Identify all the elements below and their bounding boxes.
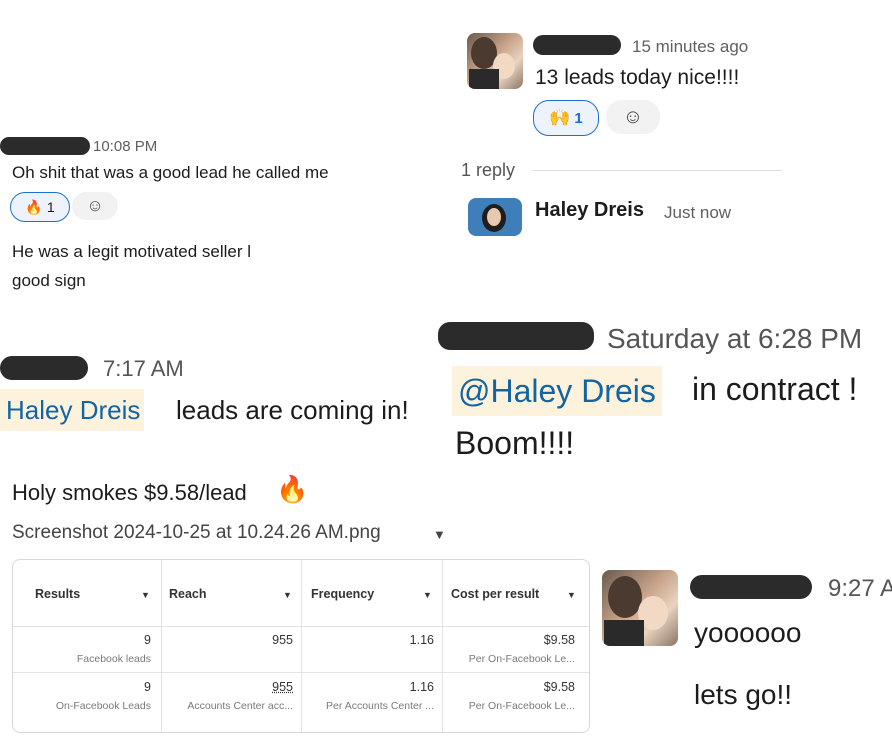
message-timestamp[interactable]: 9:27 A [828, 575, 892, 603]
sort-caret-icon[interactable]: ▼ [283, 590, 292, 600]
message-text: 13 leads today nice!!!! [535, 66, 740, 89]
reply-author-avatar[interactable] [468, 198, 522, 236]
attachment-filename[interactable]: Screenshot 2024-10-25 at 10.24.26 AM.png [12, 522, 381, 544]
message-timestamp[interactable]: 15 minutes ago [632, 37, 748, 57]
reaction-button[interactable]: 🙌 1 [533, 100, 599, 136]
table-cell: 1.16 [409, 680, 434, 694]
message-timestamp[interactable]: 10:08 PM [93, 138, 157, 155]
attachment-menu-chevron-icon[interactable]: ▼ [433, 527, 446, 542]
column-header-frequency[interactable]: Frequency [311, 587, 374, 601]
message-text: Oh shit that was a good lead he called m… [12, 163, 329, 182]
column-header-cost-per-result[interactable]: Cost per result [451, 587, 539, 601]
message-text: Holy smokes $9.58/lead [12, 480, 247, 505]
column-header-results[interactable]: Results [35, 587, 80, 601]
user-avatar[interactable] [602, 570, 678, 646]
message-text: He was a legit motivated seller l [12, 242, 252, 261]
table-cell-link[interactable]: 955 [272, 680, 293, 694]
message-text: in contract ! [692, 371, 858, 407]
reply-cutoff-overlay [460, 236, 760, 276]
redacted-username [0, 356, 88, 380]
table-cell: $9.58 [543, 633, 575, 647]
fire-emoji: 🔥 [25, 198, 43, 215]
column-divider [442, 560, 443, 732]
redacted-username [533, 35, 621, 55]
table-cell: 1.16 [409, 633, 434, 647]
row-divider [13, 672, 589, 673]
message-text: lets go!! [694, 679, 793, 710]
column-header-reach[interactable]: Reach [169, 587, 207, 601]
message-timestamp[interactable]: 7:17 AM [103, 356, 184, 382]
add-reaction-button[interactable]: ☺ [72, 192, 118, 220]
sort-caret-icon[interactable]: ▼ [567, 590, 576, 600]
message-text: good sign [12, 271, 86, 290]
thread-divider [532, 170, 782, 171]
user-avatar[interactable] [467, 33, 523, 89]
table-cell-subtext: Facebook leads [76, 653, 151, 665]
table-cell: 9 [144, 680, 151, 694]
column-divider [301, 560, 302, 732]
add-emoji-icon: ☺ [622, 105, 644, 128]
table-cell-subtext: On-Facebook Leads [55, 700, 151, 712]
message-text: Boom!!!! [455, 425, 575, 461]
reaction-button[interactable]: 🔥 1 [10, 192, 70, 222]
reply-timestamp[interactable]: Just now [664, 203, 731, 223]
reaction-count: 1 [574, 109, 583, 127]
table-cell-subtext: Per On-Facebook Le... [468, 700, 575, 712]
add-emoji-icon: ☺ [86, 196, 104, 215]
redacted-username [690, 575, 812, 599]
table-cell: 955 [272, 633, 293, 647]
row-divider [13, 626, 589, 627]
user-mention[interactable]: Haley Dreis [0, 389, 145, 431]
table-cell: $9.58 [543, 680, 575, 694]
message-timestamp[interactable]: Saturday at 6:28 PM [607, 323, 862, 355]
table-cell-subtext: Per On-Facebook Le... [468, 653, 575, 665]
table-cell-subtext: Per Accounts Center ... [326, 700, 434, 712]
column-divider [161, 560, 162, 732]
user-mention[interactable]: @Haley Dreis [452, 366, 662, 416]
ads-results-table[interactable]: Results ▼ Reach ▼ Frequency ▼ Cost per r… [12, 559, 590, 733]
message-text: leads are coming in! [176, 395, 409, 425]
fire-emoji: 🔥 [276, 474, 309, 504]
message-text: yoooooo [694, 617, 802, 648]
sort-caret-icon[interactable]: ▼ [141, 590, 150, 600]
add-reaction-button[interactable]: ☺ [606, 100, 660, 134]
thread-replies-link[interactable]: 1 reply [461, 160, 515, 181]
redacted-username [438, 322, 594, 350]
sort-caret-icon[interactable]: ▼ [423, 590, 432, 600]
table-cell-subtext: Accounts Center acc... [187, 700, 293, 712]
reply-author-name[interactable]: Haley Dreis [535, 199, 644, 222]
table-cell: 9 [144, 633, 151, 647]
redacted-username [0, 137, 90, 155]
raised-hands-emoji: 🙌 [549, 108, 571, 127]
reaction-count: 1 [46, 199, 55, 215]
